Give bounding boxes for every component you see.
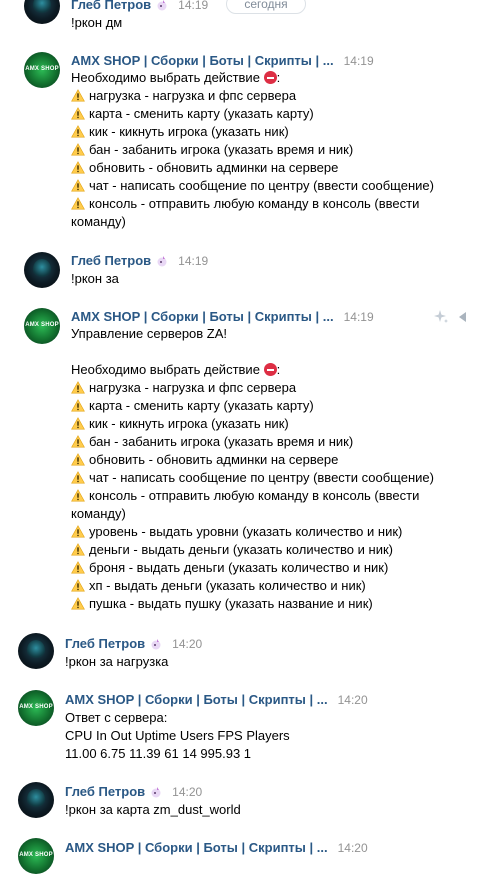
unicorn-icon bbox=[151, 787, 161, 798]
warning-icon bbox=[71, 525, 85, 538]
warning-icon bbox=[71, 143, 85, 156]
author-name[interactable]: Глеб Петров bbox=[71, 253, 151, 268]
warning-icon bbox=[71, 399, 85, 412]
message-text: !ркон за bbox=[71, 271, 119, 286]
warning-icon bbox=[71, 179, 85, 192]
message-time: 14:19 bbox=[343, 54, 374, 68]
amx-shop-avatar[interactable]: AMX SHOP bbox=[24, 308, 60, 344]
no-entry-icon bbox=[263, 71, 277, 84]
author-name[interactable]: AMX SHOP | Сборки | Боты | Скрипты | ... bbox=[65, 840, 328, 855]
gleb-avatar[interactable] bbox=[18, 782, 54, 818]
amx-shop-avatar[interactable]: AMX SHOP bbox=[18, 838, 54, 874]
message-text: Управление серверов ZA! Необходимо выбра… bbox=[71, 326, 434, 611]
no-entry-icon bbox=[263, 363, 277, 376]
message-text: !ркон за карта zm_dust_world bbox=[65, 802, 241, 817]
message-text: !ркон за нагрузка bbox=[65, 654, 169, 669]
warning-icon bbox=[71, 107, 85, 120]
message-time: 14:19 bbox=[178, 0, 209, 12]
author-name[interactable]: Глеб Петров bbox=[65, 784, 145, 799]
message-text: Необходимо выбрать действие : нагрузка -… bbox=[71, 70, 434, 229]
warning-icon bbox=[71, 417, 85, 430]
message-time: 14:19 bbox=[343, 310, 374, 324]
unicorn-icon bbox=[151, 639, 161, 650]
warning-icon bbox=[71, 197, 85, 210]
author-name[interactable]: AMX SHOP | Сборки | Боты | Скрипты | ... bbox=[71, 309, 334, 324]
unicorn-icon bbox=[157, 256, 167, 267]
message-text: Ответ с сервера: CPU In Out Uptime Users… bbox=[65, 710, 290, 761]
gleb-avatar[interactable] bbox=[24, 252, 60, 288]
sparkle-icon[interactable] bbox=[433, 309, 449, 325]
warning-icon bbox=[71, 597, 85, 610]
amx-shop-avatar[interactable]: AMX SHOP bbox=[18, 690, 54, 726]
message-time: 14:19 bbox=[178, 254, 209, 268]
warning-icon bbox=[71, 89, 85, 102]
reply-icon[interactable] bbox=[457, 311, 467, 323]
gleb-avatar[interactable] bbox=[18, 633, 54, 669]
message-time: 14:20 bbox=[337, 841, 368, 855]
warning-icon bbox=[71, 579, 85, 592]
warning-icon bbox=[71, 543, 85, 556]
warning-icon bbox=[71, 435, 85, 448]
message-time: 14:20 bbox=[172, 637, 203, 651]
day-separator: сегодня bbox=[226, 0, 306, 14]
warning-icon bbox=[71, 471, 85, 484]
warning-icon bbox=[71, 381, 85, 394]
warning-icon bbox=[71, 489, 85, 502]
gleb-avatar[interactable] bbox=[24, 0, 60, 24]
amx-shop-avatar[interactable]: AMX SHOP bbox=[24, 52, 60, 88]
message-time: 14:20 bbox=[172, 785, 203, 799]
author-name[interactable]: AMX SHOP | Сборки | Боты | Скрипты | ... bbox=[65, 692, 328, 707]
warning-icon bbox=[71, 453, 85, 466]
message-text: !ркон дм bbox=[71, 15, 123, 30]
message-time: 14:20 bbox=[337, 693, 368, 707]
warning-icon bbox=[71, 561, 85, 574]
author-name[interactable]: Глеб Петров bbox=[71, 0, 151, 12]
warning-icon bbox=[71, 161, 85, 174]
author-name[interactable]: AMX SHOP | Сборки | Боты | Скрипты | ... bbox=[71, 53, 334, 68]
warning-icon bbox=[71, 125, 85, 138]
unicorn-icon bbox=[157, 0, 167, 11]
author-name[interactable]: Глеб Петров bbox=[65, 636, 145, 651]
